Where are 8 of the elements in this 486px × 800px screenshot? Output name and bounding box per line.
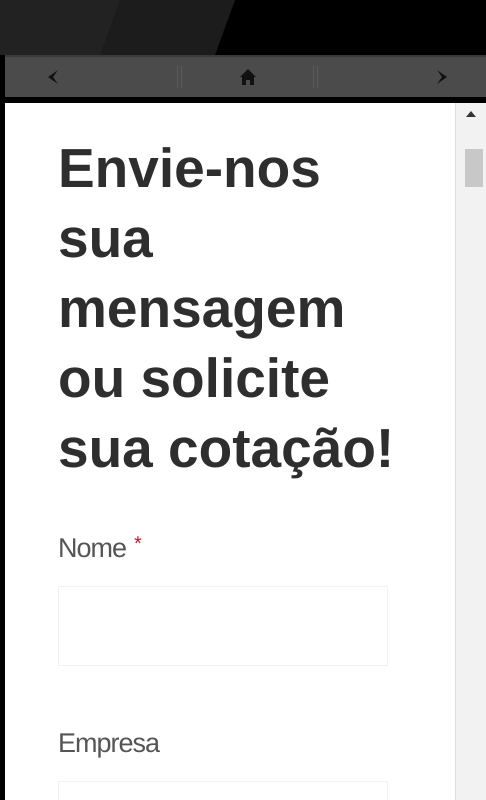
- scrollbar-thumb[interactable]: [465, 149, 483, 187]
- field-label: Empresa: [58, 728, 160, 759]
- up-arrow-icon: [466, 111, 476, 117]
- required-mark: *: [134, 533, 142, 556]
- field-label: Nome: [58, 533, 126, 564]
- scrollbar[interactable]: [455, 103, 486, 800]
- home-icon: [238, 68, 256, 86]
- page-heading: Envie-nos sua mensagem ou solicite sua cotação!: [58, 136, 396, 481]
